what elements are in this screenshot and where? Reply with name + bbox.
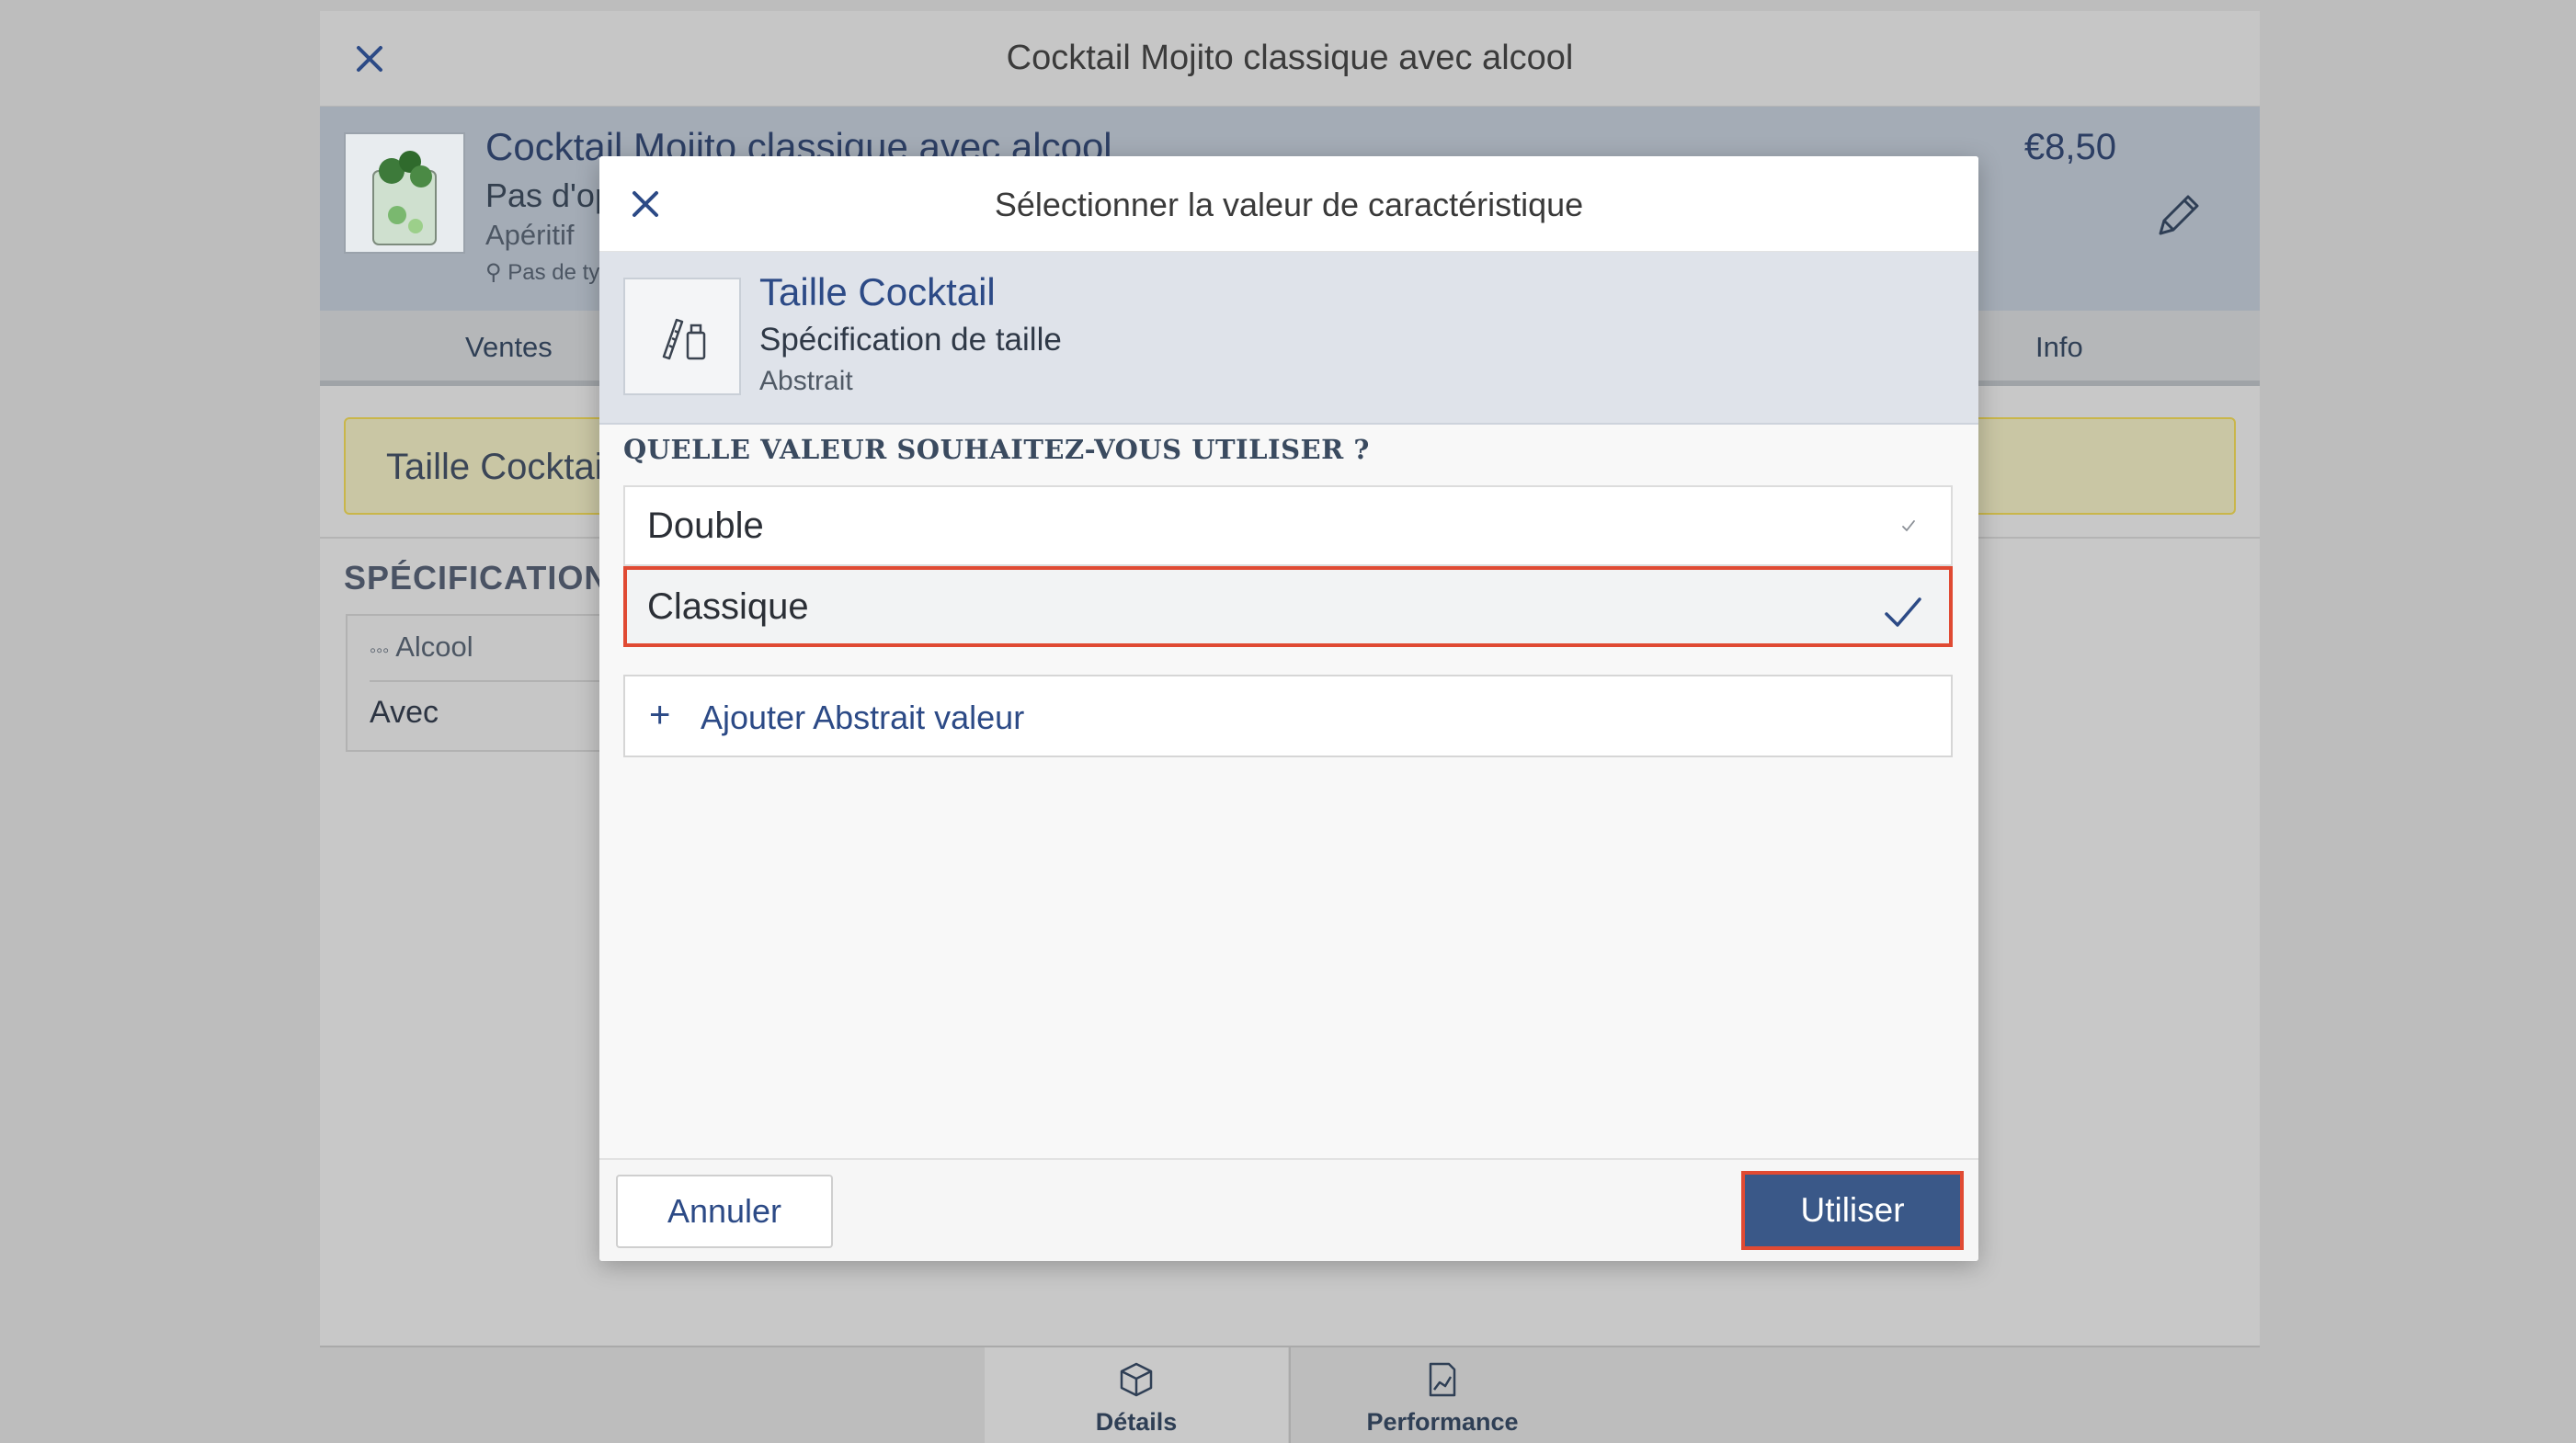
specification-value: Avec (370, 695, 439, 730)
box-icon (1120, 1362, 1153, 1397)
cancel-button[interactable]: Annuler (616, 1175, 833, 1248)
tab-info[interactable]: Info (2035, 331, 2083, 364)
product-category: Apéritif (485, 219, 575, 251)
specification-label-text: Alcool (395, 631, 473, 663)
cocktail-icon (372, 151, 437, 245)
product-option: Pas d'op (485, 176, 613, 214)
product-type: ⚲ Pas de ty (485, 259, 599, 286)
option-label: Classique (647, 586, 809, 627)
characteristic-summary: Taille Cocktail Spécification de taille … (599, 252, 1978, 425)
product-price: €8,50 (2023, 127, 2116, 167)
tag-icon: ⚲ (485, 260, 502, 285)
size-spec-icon (662, 318, 706, 360)
plus-icon: + (649, 695, 671, 735)
bottom-nav: Détails Performance (320, 1346, 2260, 1443)
check-icon (1902, 520, 1915, 531)
nav-details[interactable]: Détails (985, 1347, 1288, 1443)
dots-icon: ◦◦◦ (370, 641, 390, 661)
pencil-icon[interactable] (2151, 187, 2206, 243)
product-image (344, 132, 465, 254)
tab-ventes[interactable]: Ventes (465, 331, 553, 364)
dialog-title: Sélectionner la valeur de caractéristiqu… (994, 186, 1584, 223)
product-type-label: Pas de ty (507, 260, 600, 285)
option-classique[interactable]: Classique (623, 566, 1953, 647)
banner-text: Taille Cocktai (386, 447, 603, 487)
dialog-footer: Annuler Utiliser (599, 1158, 1978, 1261)
add-value-button[interactable]: + Ajouter Abstrait valeur (623, 675, 1953, 757)
nav-details-label: Détails (1095, 1408, 1178, 1436)
nav-performance[interactable]: Performance (1291, 1347, 1594, 1443)
option-double[interactable]: Double (623, 485, 1953, 566)
specifications-title: SPÉCIFICATIONS (344, 559, 633, 597)
value-question: QUELLE VALEUR SOUHAITEZ-VOUS UTILISER ? (623, 434, 1370, 465)
nav-performance-label: Performance (1366, 1408, 1519, 1436)
app-header: Cocktail Mojito classique avec alcool (320, 11, 2260, 107)
app-title: Cocktail Mojito classique avec alcool (1006, 39, 1574, 77)
dialog-header: Sélectionner la valeur de caractéristiqu… (599, 156, 1978, 252)
characteristic-kind: Abstrait (759, 366, 853, 396)
select-value-dialog: Sélectionner la valeur de caractéristiqu… (599, 156, 1978, 1261)
check-icon (1885, 597, 1921, 627)
specification-label: ◦◦◦ Alcool (370, 631, 473, 664)
characteristic-icon-box (623, 278, 741, 395)
characteristic-type: Spécification de taille (759, 322, 1062, 358)
option-label: Double (647, 506, 764, 546)
chart-icon (1429, 1362, 1456, 1397)
characteristic-name: Taille Cocktail (759, 270, 996, 313)
add-value-label: Ajouter Abstrait valeur (701, 699, 1025, 736)
use-button[interactable]: Utiliser (1741, 1171, 1964, 1250)
